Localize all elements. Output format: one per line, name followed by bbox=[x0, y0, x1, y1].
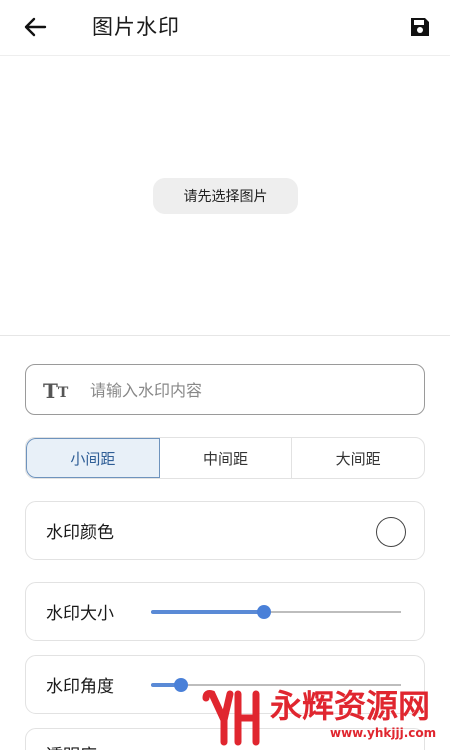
brand-url: www.yhkjjj.com bbox=[330, 726, 437, 740]
watermark-text-input[interactable] bbox=[90, 375, 410, 405]
watermark-text-field[interactable]: TT bbox=[25, 364, 425, 415]
back-button[interactable] bbox=[18, 12, 52, 42]
site-watermark-logo: 永辉资源网 www.yhkjjj.com bbox=[200, 682, 450, 750]
image-preview-area[interactable]: 请先选择图片 bbox=[0, 57, 450, 336]
watermark-opacity-label: 透明度 bbox=[46, 725, 97, 750]
choose-image-button[interactable]: 请先选择图片 bbox=[153, 178, 298, 214]
watermark-angle-label: 水印角度 bbox=[46, 677, 114, 697]
page-title: 图片水印 bbox=[92, 15, 180, 39]
watermark-size-label: 水印大小 bbox=[46, 604, 114, 624]
watermark-color-card[interactable]: 水印颜色 bbox=[25, 501, 425, 560]
watermark-size-slider[interactable] bbox=[151, 600, 401, 624]
text-size-icon: TT bbox=[43, 379, 69, 403]
floppy-disk-icon bbox=[411, 18, 429, 36]
spacing-small-option[interactable]: 小间距 bbox=[26, 438, 160, 478]
spacing-large-option[interactable]: 大间距 bbox=[292, 438, 424, 478]
slider-fill bbox=[151, 610, 264, 614]
save-button[interactable] bbox=[404, 12, 436, 42]
spacing-selector: 小间距 中间距 大间距 bbox=[25, 437, 425, 479]
watermark-color-label: 水印颜色 bbox=[46, 523, 114, 543]
spacing-medium-option[interactable]: 中间距 bbox=[160, 438, 293, 478]
brand-name: 永辉资源网 bbox=[270, 687, 431, 725]
brand-logo-icon bbox=[202, 690, 260, 746]
app-bar: 图片水印 bbox=[0, 0, 450, 56]
slider-thumb[interactable] bbox=[256, 605, 271, 619]
arrow-left-icon bbox=[24, 17, 47, 37]
watermark-size-card: 水印大小 bbox=[25, 582, 425, 641]
color-picker-swatch[interactable] bbox=[376, 517, 406, 547]
slider-thumb[interactable] bbox=[174, 678, 188, 692]
